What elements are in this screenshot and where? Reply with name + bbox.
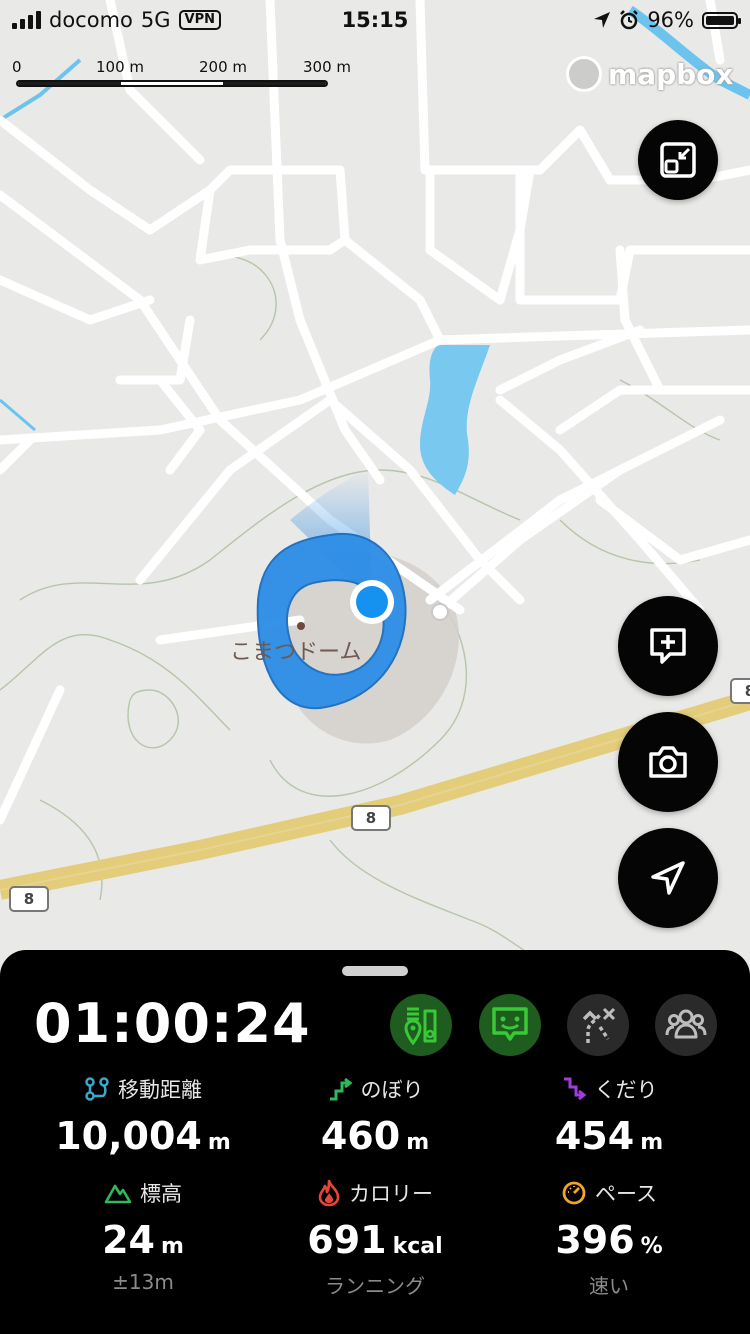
stat-value: 454 [554, 1114, 635, 1158]
route-off-icon [582, 1007, 616, 1043]
map-scale: 0 100 m 200 m 300 m [12, 58, 372, 92]
status-right: 96% [593, 8, 741, 32]
locate-me-button[interactable] [618, 828, 718, 928]
stat-unit: % [640, 1234, 663, 1259]
ascent-icon [329, 1077, 352, 1101]
add-comment-icon [650, 628, 686, 664]
route-shield: 8 [351, 805, 391, 831]
stat-sub: ±13m [112, 1270, 174, 1294]
mapbox-logo-icon [566, 56, 602, 92]
stat-label: 標高 [140, 1182, 182, 1206]
location-arrow-icon [594, 12, 611, 28]
stat-ascent: のぼり 460 m [250, 1074, 500, 1158]
scale-bar [16, 80, 328, 87]
status-bar: docomo 5G VPN 15:15 96% [0, 0, 750, 44]
stat-distance: 移動距離 10,004 m [18, 1074, 268, 1158]
descent-icon [563, 1077, 586, 1101]
route-off-button[interactable] [567, 994, 629, 1056]
camera-icon [649, 746, 687, 778]
stat-sub: ランニング [325, 1274, 425, 1298]
stat-descent: くだり 454 m [484, 1074, 734, 1158]
collapse-icon [660, 142, 696, 178]
stat-pace: ペース 396% 速い [484, 1178, 734, 1299]
distance-icon [85, 1077, 109, 1101]
stat-label: カロリー [349, 1182, 433, 1206]
battery-percent: 96% [647, 8, 694, 32]
stat-value: 691 [307, 1218, 387, 1262]
smile-chat-icon [492, 1007, 528, 1041]
scale-label: 100 m [96, 58, 145, 76]
stat-value: 396 [555, 1218, 635, 1262]
waypoint-icon [404, 1007, 437, 1045]
stat-value: 24 [102, 1218, 155, 1262]
stat-elevation: 標高 24 m ±13m [18, 1178, 268, 1294]
stat-label: 移動距離 [118, 1078, 202, 1102]
stat-unit: m [160, 1234, 184, 1259]
collapse-map-button[interactable] [638, 120, 718, 200]
stat-unit: m [207, 1130, 231, 1155]
alarm-icon [620, 10, 639, 30]
scale-label: 200 m [199, 58, 248, 76]
stat-calories: カロリー 691 kcal ランニング [250, 1178, 500, 1299]
stat-unit: m [406, 1130, 430, 1155]
activity-panel: 01:00:24 移動距離 10,004 m のぼり 460 m くだり 454… [0, 950, 750, 1334]
map-view[interactable]: こまつドーム 8 8 8 0 100 m 200 m 300 m mapbox [0, 0, 750, 960]
scale-label: 300 m [303, 58, 352, 76]
stat-value: 10,004 [55, 1114, 202, 1158]
waypoint-mode-button[interactable] [390, 994, 452, 1056]
camera-button[interactable] [618, 712, 718, 812]
place-label: こまつドーム [230, 640, 362, 665]
stat-sub: 速い [589, 1274, 629, 1298]
speedometer-icon [562, 1181, 586, 1205]
stat-label: くだり [594, 1078, 658, 1102]
group-button[interactable] [655, 994, 717, 1056]
route-shield: 8 [730, 678, 750, 704]
stat-unit: kcal [392, 1234, 443, 1259]
drag-handle[interactable] [342, 966, 408, 976]
route-shield: 8 [9, 886, 49, 912]
scale-label: 0 [12, 58, 22, 76]
mapbox-wordmark: mapbox [608, 57, 734, 91]
battery-icon [702, 11, 741, 29]
elapsed-timer: 01:00:24 [34, 992, 311, 1055]
mapbox-attribution[interactable]: mapbox [566, 56, 733, 92]
mountain-icon [104, 1184, 132, 1204]
stat-label: のぼり [360, 1078, 424, 1102]
group-icon [665, 1009, 707, 1039]
flame-icon [318, 1179, 340, 1207]
add-note-button[interactable] [618, 596, 718, 696]
emoji-mode-button[interactable] [479, 994, 541, 1056]
stat-label: ペース [595, 1182, 657, 1206]
navigation-arrow-icon [651, 861, 685, 895]
stat-unit: m [640, 1130, 664, 1155]
stat-value: 460 [320, 1114, 401, 1158]
